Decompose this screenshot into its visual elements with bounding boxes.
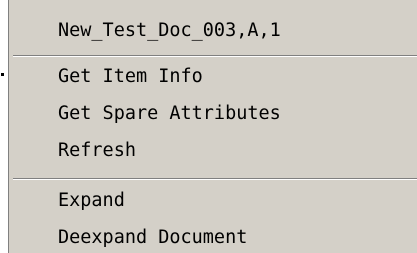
menu-item-refresh[interactable]: Refresh xyxy=(9,132,417,169)
menu-item-get-spare-attributes[interactable]: Get Spare Attributes xyxy=(9,95,417,132)
screenshot-area: New_Test_Doc_003,A,1 Get Item Info Get S… xyxy=(0,0,417,253)
menu-item-get-item-info[interactable]: Get Item Info xyxy=(9,58,417,95)
menu-item-deexpand-document[interactable]: Deexpand Document xyxy=(9,219,417,253)
menu-item-expand[interactable]: Expand xyxy=(9,182,417,219)
menu-separator xyxy=(13,178,417,180)
context-menu: New_Test_Doc_003,A,1 Get Item Info Get S… xyxy=(8,0,417,253)
menu-separator xyxy=(13,55,417,57)
bullet-mark xyxy=(1,73,4,76)
menu-item-object-name[interactable]: New_Test_Doc_003,A,1 xyxy=(9,12,417,49)
